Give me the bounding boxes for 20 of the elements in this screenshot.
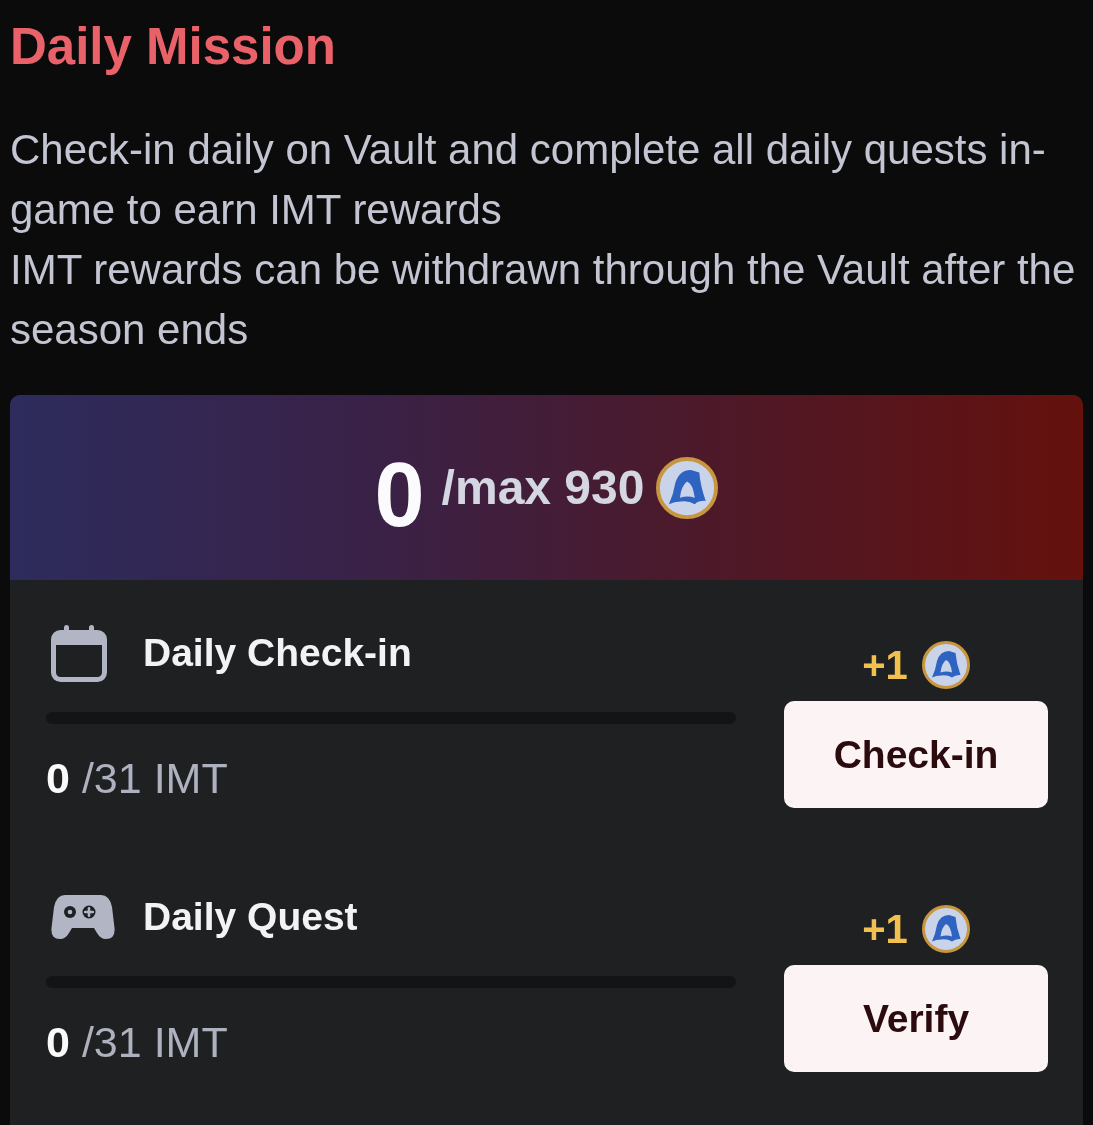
progress-current: 0 xyxy=(46,1018,70,1066)
progress-total: /31 IMT xyxy=(81,1018,228,1066)
max-amount: /max 930 xyxy=(441,460,645,515)
gamepad-icon xyxy=(51,894,115,940)
earned-amount: 0 xyxy=(374,449,425,540)
description-text: Check-in daily on Vault and complete all daily quests in-game to earn IMT rewards xyxy=(10,125,1047,235)
progress-total: /31 IMT xyxy=(81,754,228,802)
progress-current: 0 xyxy=(46,754,70,802)
calendar-icon xyxy=(51,624,107,682)
description-text: IMT rewards can be withdrawn through the Vault after the season ends xyxy=(10,245,1077,355)
reward-amount: +1 xyxy=(862,907,908,951)
task-title: Daily Quest xyxy=(143,895,358,939)
coin-icon xyxy=(656,456,719,519)
action-button[interactable]: Verify xyxy=(784,965,1048,1072)
task-title: Daily Check-in xyxy=(143,631,412,675)
coin-icon xyxy=(921,905,970,953)
reward-amount: +1 xyxy=(862,643,908,687)
page-title: Daily Mission xyxy=(10,17,336,77)
action-button[interactable]: Check-in xyxy=(784,701,1048,808)
coin-icon xyxy=(921,641,970,689)
